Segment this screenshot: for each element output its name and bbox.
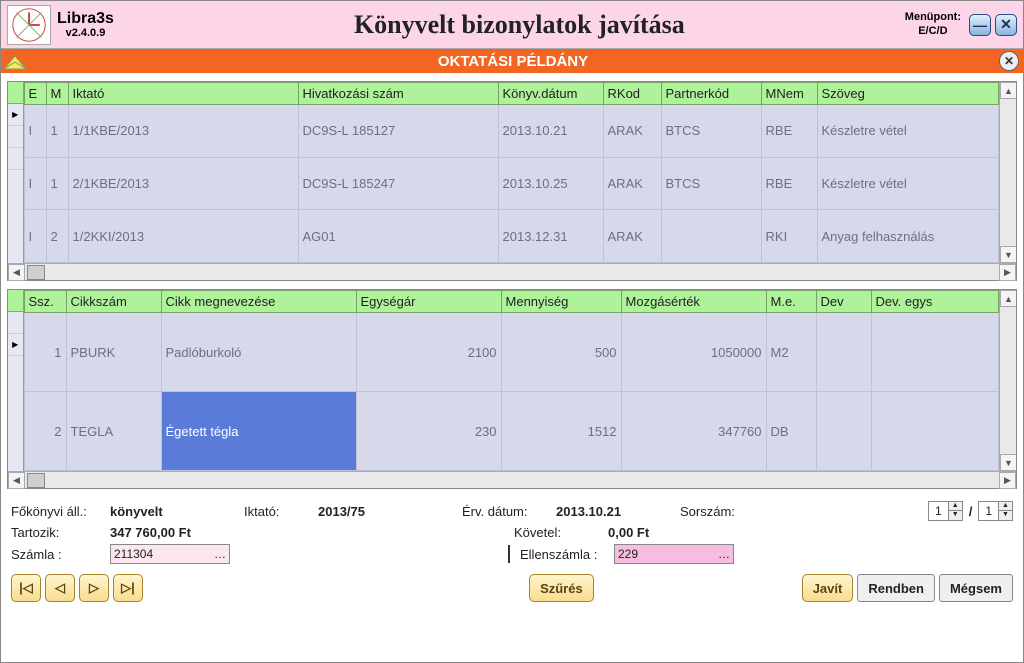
- vertical-scrollbar[interactable]: ▲ ▼: [999, 82, 1016, 263]
- footer-buttons: |◁ ◁ ▷ ▷| Szűrés Javít Rendben Mégsem: [7, 574, 1017, 606]
- megsem-button[interactable]: Mégsem: [939, 574, 1013, 602]
- envelope-icon[interactable]: [3, 51, 27, 71]
- iktato-label: Iktató:: [244, 504, 314, 519]
- col-rkod[interactable]: RKod: [603, 83, 661, 105]
- javit-button[interactable]: Javít: [802, 574, 854, 602]
- horizontal-scrollbar[interactable]: ◀ ▶: [8, 471, 1016, 488]
- table-row[interactable]: 1PBURKPadlóburkoló21005001050000M2: [24, 313, 998, 392]
- brand: Libra3s v2.4.0.9: [57, 10, 114, 40]
- horizontal-scrollbar[interactable]: ◀ ▶: [8, 263, 1016, 280]
- app-name: Libra3s: [57, 10, 114, 28]
- col-hivszam[interactable]: Hivatkozási szám: [298, 83, 498, 105]
- kovetel-label: Követel:: [514, 525, 604, 540]
- titlebar: Libra3s v2.4.0.9 Könyvelt bizonylatok ja…: [1, 1, 1023, 49]
- col-iktato[interactable]: Iktató: [68, 83, 298, 105]
- ellenszamla-input[interactable]: 229: [614, 544, 734, 564]
- col-dev[interactable]: Dev: [816, 291, 871, 313]
- col-datum[interactable]: Könyv.dátum: [498, 83, 603, 105]
- status-area: Főkönyvi áll.: könyvelt Iktató: 2013/75 …: [7, 495, 1017, 570]
- close-button[interactable]: ✕: [995, 14, 1017, 36]
- col-e[interactable]: E: [24, 83, 46, 105]
- item-grid[interactable]: Ssz. Cikkszám Cikk megnevezése Egységár …: [24, 290, 999, 471]
- ellenszamla-label: Ellenszámla :: [520, 547, 610, 562]
- sorszam-a-stepper[interactable]: 1 ▲▼: [928, 501, 963, 521]
- nav-last-button[interactable]: ▷|: [113, 574, 143, 602]
- menu-code-block: Menüpont: E/C/D: [905, 11, 961, 37]
- szamla-input[interactable]: 211304: [110, 544, 230, 564]
- document-grid-panel: E M Iktató Hivatkozási szám Könyv.dátum …: [7, 81, 1017, 281]
- col-mozgas[interactable]: Mozgásérték: [621, 291, 766, 313]
- document-grid[interactable]: E M Iktató Hivatkozási szám Könyv.dátum …: [24, 82, 999, 263]
- table-row[interactable]: I11/1KBE/2013DC9S-L 1851272013.10.21ARAK…: [24, 105, 998, 158]
- col-m[interactable]: M: [46, 83, 68, 105]
- app-version: v2.4.0.9: [57, 27, 114, 39]
- workspace: E M Iktató Hivatkozási szám Könyv.dátum …: [1, 73, 1023, 662]
- table-row[interactable]: 2TEGLAÉgetett tégla2301512347760DB: [24, 392, 998, 471]
- row-selector-col[interactable]: [8, 82, 24, 263]
- col-mnem[interactable]: MNem: [761, 83, 817, 105]
- sorszam-label: Sorszám:: [680, 504, 760, 519]
- ervdatum-label: Érv. dátum:: [462, 504, 552, 519]
- app-logo: [7, 5, 51, 45]
- col-me[interactable]: M.e.: [766, 291, 816, 313]
- iktato-value: 2013/75: [318, 504, 458, 519]
- banner: OKTATÁSI PÉLDÁNY ✕: [1, 49, 1023, 73]
- table-row[interactable]: I21/2KKI/2013AG012013.12.31ARAKRKIAnyag …: [24, 210, 998, 263]
- fkonyv-value: könyvelt: [110, 504, 240, 519]
- col-menny[interactable]: Mennyiség: [501, 291, 621, 313]
- sorszam-b-stepper[interactable]: 1 ▲▼: [978, 501, 1013, 521]
- fkonyv-label: Főkönyvi áll.:: [11, 504, 106, 519]
- rendben-button[interactable]: Rendben: [857, 574, 935, 602]
- col-devegy[interactable]: Dev. egys: [871, 291, 998, 313]
- banner-close-button[interactable]: ✕: [999, 51, 1019, 71]
- nav-next-button[interactable]: ▷: [79, 574, 109, 602]
- szamla-label: Számla :: [11, 547, 106, 562]
- menu-code-value: E/C/D: [918, 25, 947, 38]
- window-title: Könyvelt bizonylatok javítása: [134, 10, 905, 40]
- tartozik-value: 347 760,00 Ft: [110, 525, 510, 540]
- banner-title: OKTATÁSI PÉLDÁNY: [27, 53, 999, 70]
- szures-button[interactable]: Szűrés: [529, 574, 594, 602]
- col-cikkszam[interactable]: Cikkszám: [66, 291, 161, 313]
- nav-prev-button[interactable]: ◁: [45, 574, 75, 602]
- minimize-button[interactable]: —: [969, 14, 991, 36]
- menu-code-label: Menüpont:: [905, 11, 961, 24]
- vertical-scrollbar[interactable]: ▲ ▼: [999, 290, 1016, 471]
- ervdatum-value: 2013.10.21: [556, 504, 676, 519]
- tartozik-label: Tartozik:: [11, 525, 106, 540]
- row-selector-col[interactable]: [8, 290, 24, 471]
- item-grid-panel: Ssz. Cikkszám Cikk megnevezése Egységár …: [7, 289, 1017, 489]
- col-megnev[interactable]: Cikk megnevezése: [161, 291, 356, 313]
- nav-first-button[interactable]: |◁: [11, 574, 41, 602]
- col-szoveg[interactable]: Szöveg: [817, 83, 998, 105]
- kovetel-value: 0,00 Ft: [608, 525, 649, 540]
- table-row[interactable]: I12/1KBE/2013DC9S-L 1852472013.10.25ARAK…: [24, 157, 998, 210]
- col-egysegar[interactable]: Egységár: [356, 291, 501, 313]
- col-partner[interactable]: Partnerkód: [661, 83, 761, 105]
- col-ssz[interactable]: Ssz.: [24, 291, 66, 313]
